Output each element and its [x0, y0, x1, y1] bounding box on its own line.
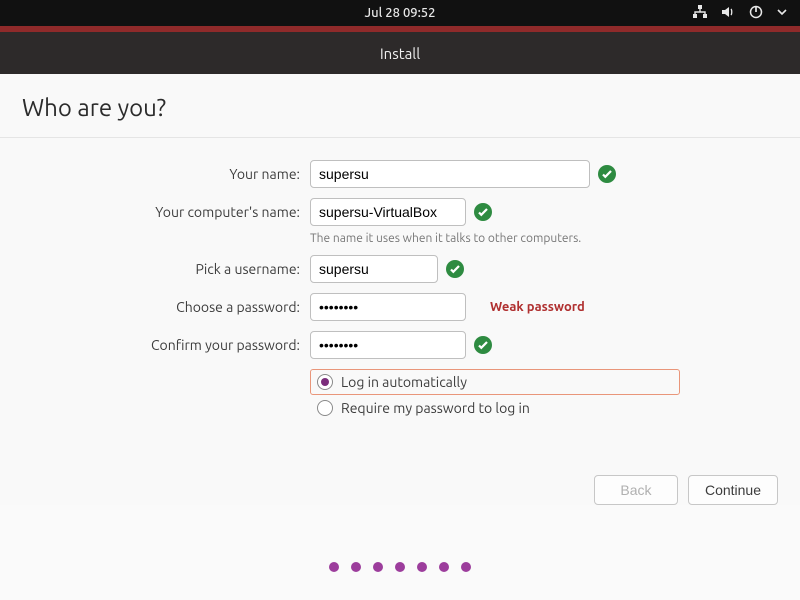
check-icon [446, 260, 464, 278]
password-label: Choose a password: [0, 299, 310, 315]
radio-icon [317, 400, 333, 416]
name-input[interactable] [310, 160, 590, 188]
progress-dot [417, 562, 427, 572]
progress-dot [329, 562, 339, 572]
login-require-password-option[interactable]: Require my password to log in [310, 395, 800, 421]
window-titlebar: Install [0, 32, 800, 74]
system-top-bar: Jul 28 09:52 [0, 0, 800, 26]
radio-icon [317, 374, 333, 390]
page-heading: Who are you? [0, 74, 800, 137]
login-auto-label: Log in automatically [341, 374, 467, 390]
confirm-password-label: Confirm your password: [0, 337, 310, 353]
username-input[interactable] [310, 255, 438, 283]
password-input[interactable] [310, 293, 466, 321]
check-icon [474, 336, 492, 354]
login-require-password-label: Require my password to log in [341, 400, 530, 416]
computer-name-input[interactable] [310, 198, 466, 226]
name-label: Your name: [0, 166, 310, 182]
check-icon [598, 165, 616, 183]
window-title: Install [380, 45, 420, 62]
back-button[interactable]: Back [594, 475, 678, 505]
progress-dot [395, 562, 405, 572]
volume-icon[interactable] [720, 4, 736, 23]
computer-name-hint: The name it uses when it talks to other … [310, 232, 800, 245]
power-icon[interactable] [748, 4, 764, 23]
login-auto-option[interactable]: Log in automatically [310, 369, 680, 395]
progress-dot [461, 562, 471, 572]
progress-indicator [329, 562, 471, 572]
progress-dot [373, 562, 383, 572]
computer-name-label: Your computer's name: [0, 204, 310, 220]
username-label: Pick a username: [0, 261, 310, 277]
continue-button[interactable]: Continue [688, 475, 778, 505]
chevron-down-icon[interactable] [776, 6, 788, 21]
clock: Jul 28 09:52 [365, 6, 436, 20]
progress-dot [351, 562, 361, 572]
check-icon [474, 203, 492, 221]
user-form: Your name: Your computer's name: The nam… [0, 138, 800, 421]
password-strength: Weak password [490, 300, 585, 314]
confirm-password-input[interactable] [310, 331, 466, 359]
progress-dot [439, 562, 449, 572]
network-icon[interactable] [692, 4, 708, 23]
